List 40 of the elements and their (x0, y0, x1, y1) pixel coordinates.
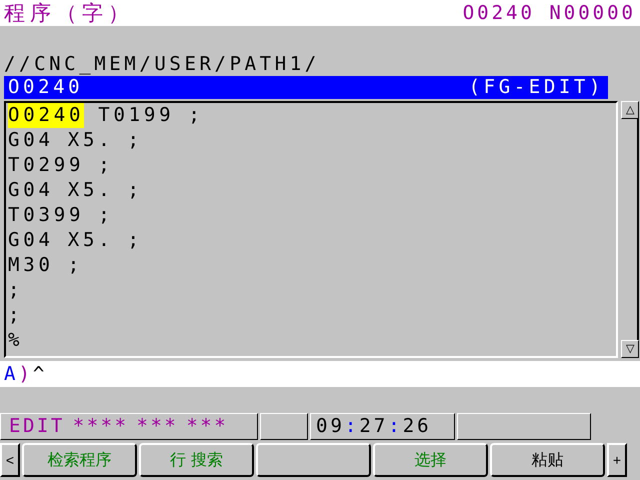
program-word: X5. (68, 228, 114, 253)
program-word: ; (127, 228, 143, 253)
program-word: ; (127, 178, 143, 203)
status-field: **** (72, 414, 129, 439)
program-word: G04 (8, 128, 54, 153)
previous-key[interactable]: < (0, 443, 20, 477)
program-word: M30 (8, 253, 54, 278)
screen-title: 程序（字） (4, 0, 134, 27)
program-word: ; (188, 103, 204, 128)
program-word: ; (68, 253, 83, 278)
program-word: ; (127, 128, 143, 153)
program-word: T0399 (8, 203, 84, 228)
program-editor[interactable]: O0240 T0199 ; G04 X5. ; T0299 ; G04 X5. ; T0399 ; G04 X5. ; M30 ; ; ; % (4, 101, 618, 358)
edit-mode: (FG-EDIT) (468, 76, 604, 99)
program-word: G04 (8, 228, 54, 253)
mode-text: EDIT (9, 414, 65, 439)
program-word: % (8, 328, 24, 353)
program-word: X5. (68, 178, 114, 203)
program-word: ; (98, 153, 114, 178)
scroll-down-button[interactable]: ▽ (621, 340, 639, 358)
program-name: O0240 (8, 76, 84, 99)
clock: 09:27:26 (310, 413, 455, 440)
program-word: ; (98, 203, 114, 228)
program-word: X5. (68, 128, 114, 153)
program-word: ; (8, 278, 24, 303)
next-key[interactable]: + (607, 443, 627, 477)
status-field: *** (136, 414, 178, 439)
program-path: //CNC_MEM/USER/PATH1/ (3, 52, 321, 76)
program-word: T0199 (98, 103, 174, 128)
status-panel (260, 413, 308, 440)
input-field[interactable]: A)^ (0, 361, 640, 387)
program-word: T0299 (8, 153, 84, 178)
blank-soft-key[interactable] (256, 443, 371, 477)
program-word: ; (8, 303, 24, 328)
program-word: O0240 (8, 103, 84, 128)
program-number: O0240 N00000 (462, 2, 636, 24)
scroll-up-button[interactable]: △ (621, 101, 639, 119)
status-field: *** (186, 414, 228, 439)
soft-key[interactable]: 粘贴 (490, 443, 605, 477)
program-word: G04 (8, 178, 54, 203)
